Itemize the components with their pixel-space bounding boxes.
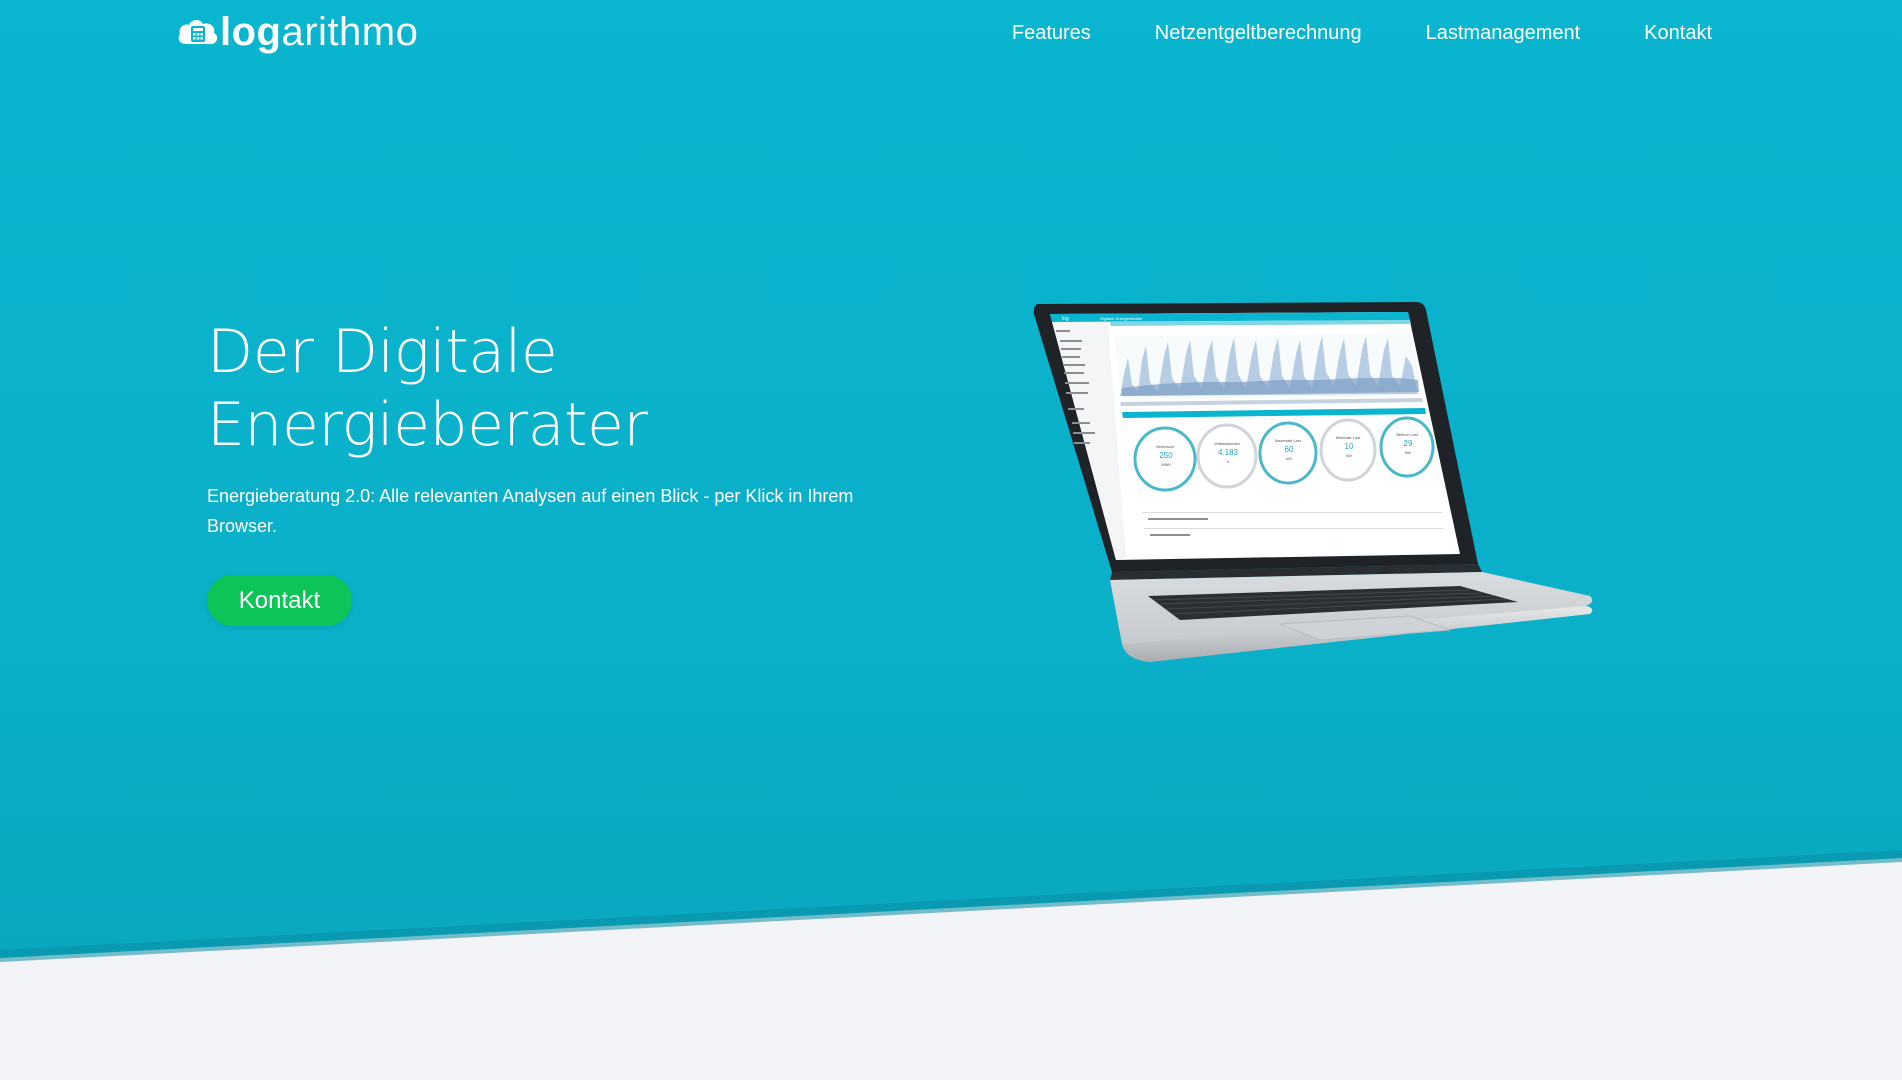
main-menu: Features Netzentgeltberechnung Lastmanag… bbox=[948, 20, 1712, 46]
gauge-value: 250 bbox=[1159, 451, 1173, 460]
gauge-value: 29 bbox=[1404, 439, 1413, 448]
nav-link-netzentgeltberechnung[interactable]: Netzentgeltberechnung bbox=[1155, 20, 1362, 46]
gauge-label: Verbrauch bbox=[1156, 444, 1174, 449]
gauge-unit: kW bbox=[1346, 453, 1352, 458]
gauge-value: 10 bbox=[1345, 442, 1354, 451]
gauge-label: Minimale Last bbox=[1336, 435, 1362, 440]
top-navigation: logarithmo Features Netzentgeltberechnun… bbox=[0, 0, 1902, 66]
logo-light-part: arithmo bbox=[281, 10, 419, 54]
laptop-illustration: log Digitaler Energieberater Verbrauch 2… bbox=[1030, 296, 1680, 666]
gauge-label: Vollaststunden bbox=[1214, 441, 1240, 446]
gauge-value: 60 bbox=[1285, 445, 1294, 454]
gauge-unit: MWh bbox=[1161, 462, 1170, 467]
nav-link-features[interactable]: Features bbox=[1012, 20, 1091, 46]
hero-title-line-1: Der Digitale bbox=[207, 317, 558, 387]
gauge-label: Mittlere Last bbox=[1396, 432, 1419, 437]
gauge-value: 4.183 bbox=[1218, 448, 1239, 457]
hero-subtitle: Energieberatung 2.0: Alle relevanten Ana… bbox=[207, 486, 854, 536]
logo[interactable]: logarithmo bbox=[176, 10, 418, 54]
logo-wordmark: logarithmo bbox=[220, 10, 418, 54]
gauge-label: Maximale Last bbox=[1275, 438, 1302, 443]
gauge-unit: kW bbox=[1405, 450, 1411, 455]
gauge-unit: h bbox=[1227, 459, 1229, 464]
hero-title-line-2: Energieberater bbox=[207, 390, 648, 460]
gauge-unit: kW bbox=[1286, 456, 1292, 461]
nav-link-kontakt[interactable]: Kontakt bbox=[1644, 20, 1712, 46]
contact-button[interactable]: Kontakt bbox=[207, 575, 352, 626]
dashboard-header: Digitaler Energieberater bbox=[1100, 316, 1143, 321]
dashboard-logo-text: log bbox=[1062, 316, 1069, 322]
nav-link-lastmanagement[interactable]: Lastmanagement bbox=[1426, 20, 1581, 46]
logo-bold-part: log bbox=[220, 10, 282, 54]
hero-title: Der Digitale Energieberater bbox=[207, 316, 907, 462]
cloud-calculator-icon bbox=[176, 14, 220, 50]
laptop-graphic: log Digitaler Energieberater Verbrauch 2… bbox=[1033, 302, 1593, 662]
